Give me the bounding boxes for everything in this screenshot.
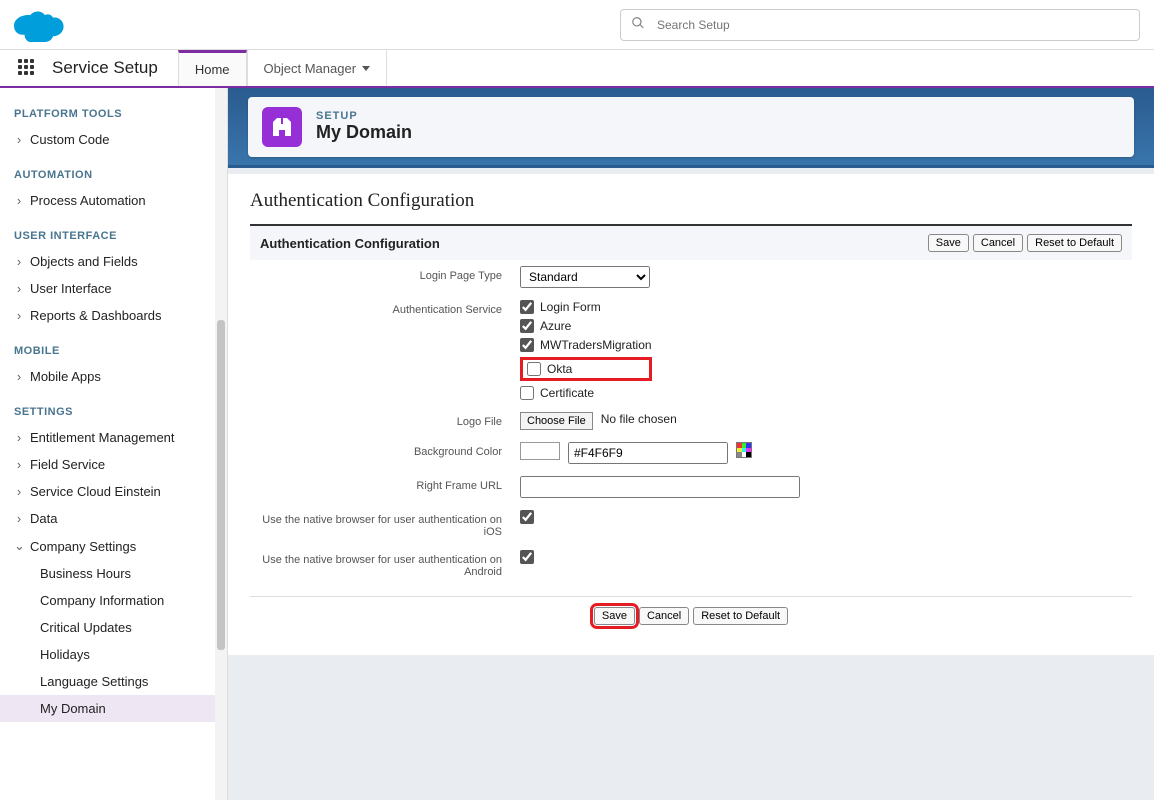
sidebar-item-user-interface[interactable]: ›User Interface	[0, 275, 227, 302]
auth-service-checkbox[interactable]	[527, 362, 541, 376]
auth-service-option-login-form[interactable]: Login Form	[520, 300, 652, 314]
section-title: Authentication Configuration	[260, 236, 440, 251]
navbar: Service Setup Home Object Manager	[0, 50, 1154, 88]
auth-service-checkbox[interactable]	[520, 338, 534, 352]
logo-file-label: Logo File	[260, 412, 520, 430]
sidebar: PLATFORM TOOLS ›Custom Code AUTOMATION ›…	[0, 88, 228, 800]
auth-service-option-azure[interactable]: Azure	[520, 319, 652, 333]
native-ios-label: Use the native browser for user authenti…	[260, 510, 520, 538]
sidebar-section-automation: AUTOMATION	[0, 163, 227, 187]
choose-file-button[interactable]: Choose File	[520, 412, 593, 430]
auth-service-label: Authentication Service	[260, 300, 520, 400]
sidebar-subitem-business-hours[interactable]: Business Hours	[0, 560, 227, 587]
auth-service-option-label: Certificate	[540, 386, 594, 400]
auth-service-checkbox[interactable]	[520, 319, 534, 333]
page-heading: Authentication Configuration	[250, 190, 1132, 212]
right-frame-url-label: Right Frame URL	[260, 476, 520, 498]
topbar	[0, 0, 1154, 50]
bg-color-input[interactable]	[568, 442, 728, 464]
sidebar-item-process-automation[interactable]: ›Process Automation	[0, 187, 227, 214]
app-title: Service Setup	[44, 50, 178, 86]
auth-service-option-label: Azure	[540, 319, 571, 333]
reset-button-top[interactable]: Reset to Default	[1027, 234, 1122, 252]
page-title: My Domain	[316, 122, 412, 143]
sidebar-item-service-cloud-einstein[interactable]: ›Service Cloud Einstein	[0, 478, 227, 505]
sidebar-scrollbar[interactable]	[215, 88, 227, 800]
content-area: SETUP My Domain Authentication Configura…	[228, 88, 1154, 800]
auth-service-option-certificate[interactable]: Certificate	[520, 386, 652, 400]
page-eyebrow: SETUP	[316, 110, 412, 122]
sidebar-section-settings: SETTINGS	[0, 400, 227, 424]
tab-home[interactable]: Home	[178, 50, 247, 86]
sidebar-subitem-language-settings[interactable]: Language Settings	[0, 668, 227, 695]
file-status: No file chosen	[601, 412, 677, 426]
color-picker-icon[interactable]	[736, 442, 752, 458]
sidebar-section-mobile: MOBILE	[0, 339, 227, 363]
sidebar-item-entitlement-management[interactable]: ›Entitlement Management	[0, 424, 227, 451]
auth-service-checkbox[interactable]	[520, 300, 534, 314]
search-setup[interactable]	[620, 9, 1140, 41]
login-page-type-label: Login Page Type	[260, 266, 520, 288]
salesforce-logo	[14, 7, 66, 43]
bg-color-swatch[interactable]	[520, 442, 560, 460]
sidebar-item-objects-and-fields[interactable]: ›Objects and Fields	[0, 248, 227, 275]
auth-service-option-okta[interactable]: Okta	[520, 357, 652, 381]
native-android-label: Use the native browser for user authenti…	[260, 550, 520, 578]
auth-service-option-mwtradersmigration[interactable]: MWTradersMigration	[520, 338, 652, 352]
auth-service-choices: Login Form Azure MWTradersMigration Okta Cer…	[520, 300, 652, 400]
auth-config-section: Authentication Configuration Save Cancel…	[250, 224, 1132, 625]
sidebar-item-mobile-apps[interactable]: ›Mobile Apps	[0, 363, 227, 390]
sidebar-item-custom-code[interactable]: ›Custom Code	[0, 126, 227, 153]
cancel-button-top[interactable]: Cancel	[973, 234, 1023, 252]
sidebar-subitem-holidays[interactable]: Holidays	[0, 641, 227, 668]
save-button-top[interactable]: Save	[928, 234, 969, 252]
sidebar-item-field-service[interactable]: ›Field Service	[0, 451, 227, 478]
right-frame-url-input[interactable]	[520, 476, 800, 498]
auth-service-option-label: Login Form	[540, 300, 601, 314]
login-page-type-select[interactable]: Standard	[520, 266, 650, 288]
search-input[interactable]	[653, 16, 1129, 34]
cancel-button-bottom[interactable]: Cancel	[639, 607, 689, 625]
native-android-checkbox[interactable]	[520, 550, 534, 564]
sidebar-section-platform-tools: PLATFORM TOOLS	[0, 102, 227, 126]
bg-color-label: Background Color	[260, 442, 520, 464]
sidebar-item-reports-dashboards[interactable]: ›Reports & Dashboards	[0, 302, 227, 329]
sidebar-item-company-settings[interactable]: ⌄Company Settings	[0, 532, 227, 560]
app-launcher-icon[interactable]	[10, 50, 44, 86]
auth-service-option-label: MWTradersMigration	[540, 338, 652, 352]
sidebar-item-data[interactable]: ›Data	[0, 505, 227, 532]
sidebar-subitem-critical-updates[interactable]: Critical Updates	[0, 614, 227, 641]
reset-button-bottom[interactable]: Reset to Default	[693, 607, 788, 625]
sidebar-section-user-interface: USER INTERFACE	[0, 224, 227, 248]
native-ios-checkbox[interactable]	[520, 510, 534, 524]
page-banner: SETUP My Domain	[228, 88, 1154, 168]
sidebar-subitem-my-domain[interactable]: My Domain	[0, 695, 227, 722]
my-domain-icon	[262, 107, 302, 147]
save-button-bottom[interactable]: Save	[594, 607, 635, 625]
auth-service-option-label: Okta	[547, 362, 572, 376]
search-icon	[631, 16, 653, 33]
tab-object-manager[interactable]: Object Manager	[247, 50, 388, 86]
chevron-down-icon	[362, 66, 370, 71]
sidebar-subitem-company-information[interactable]: Company Information	[0, 587, 227, 614]
auth-service-checkbox[interactable]	[520, 386, 534, 400]
